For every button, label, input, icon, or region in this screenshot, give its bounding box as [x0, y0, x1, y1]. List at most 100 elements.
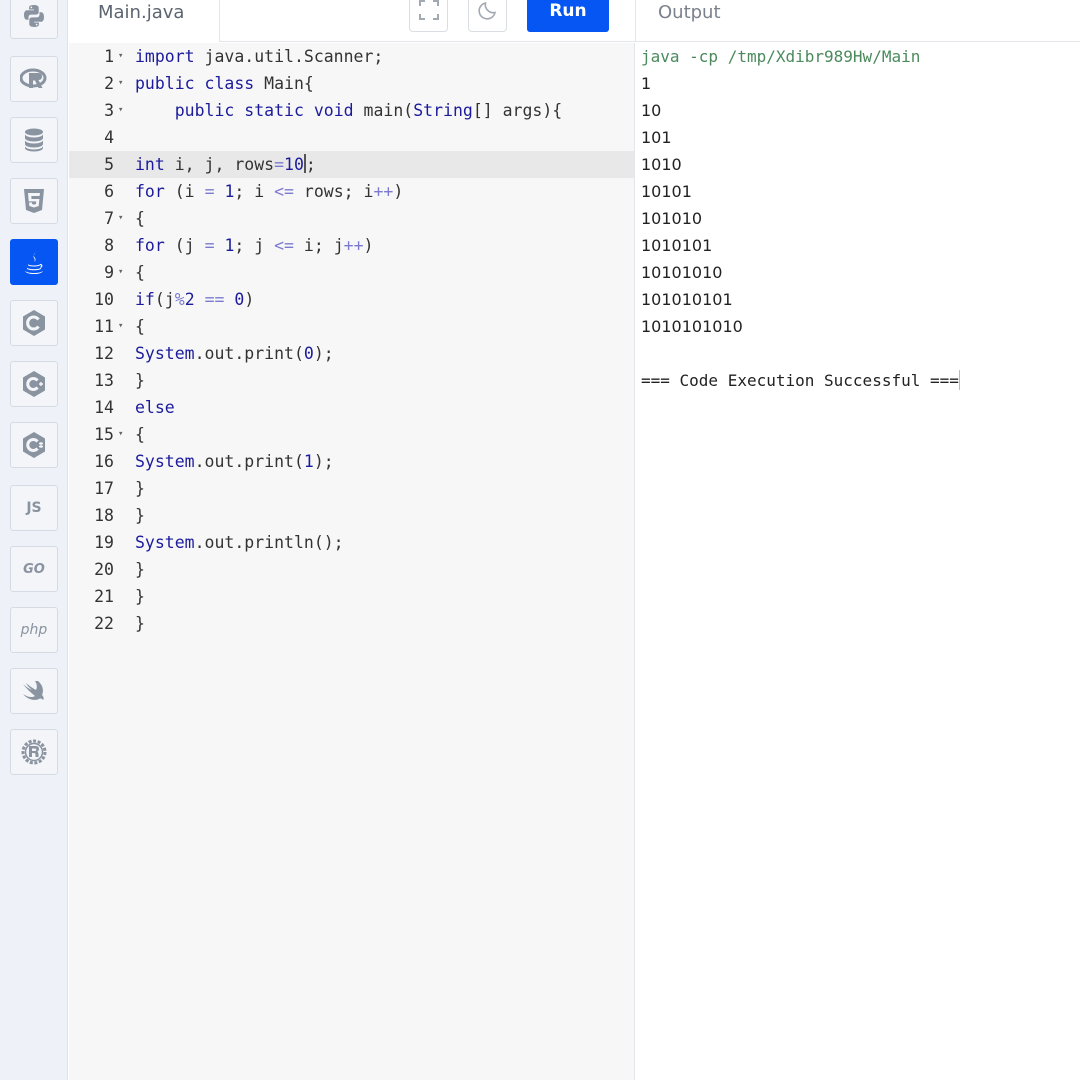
fold-arrow-icon[interactable]: ▾ [118, 70, 123, 97]
run-button[interactable]: Run [527, 0, 609, 32]
code-line[interactable]: 22} [69, 610, 634, 637]
output-line: 1010101010 [641, 317, 743, 336]
html-button[interactable] [10, 178, 58, 224]
code-token: % [174, 290, 185, 309]
code-text: System.out.print(1); [135, 448, 334, 475]
output-line: 10101010 [641, 263, 723, 282]
code-line[interactable]: 2 ▾ public class Main{ [69, 70, 634, 97]
line-number: 8 [104, 236, 114, 255]
theme-toggle-button[interactable] [468, 0, 507, 32]
c-icon [21, 309, 47, 337]
code-editor[interactable]: 1 ▾ import java.util.Scanner; 2 ▾ public clas… [69, 43, 634, 1080]
line-number: 22 [94, 614, 114, 633]
code-text: } [135, 610, 145, 637]
code-text: public class Main{ [135, 70, 314, 97]
code-token: class [204, 74, 255, 93]
code-token: int [135, 155, 165, 174]
code-token: i, j, rows [164, 155, 275, 174]
code-token: } [135, 479, 145, 498]
python-button[interactable] [10, 0, 58, 39]
fold-arrow-icon[interactable]: ▾ [118, 259, 123, 286]
rust-button[interactable] [10, 729, 58, 775]
output-line: 1010 [641, 155, 682, 174]
php-button[interactable]: php [10, 607, 58, 653]
line-number: 14 [94, 398, 114, 417]
code-line[interactable]: 9 ▾ { [69, 259, 634, 286]
code-line[interactable]: 20} [69, 556, 634, 583]
code-token: ) [363, 236, 374, 255]
output-line: 1 [641, 74, 652, 93]
line-number: 18 [94, 506, 114, 525]
fold-arrow-icon[interactable]: ▾ [118, 205, 123, 232]
code-token: = [204, 182, 215, 201]
code-token: ++ [373, 182, 394, 201]
cpp-button[interactable] [10, 361, 58, 407]
code-line[interactable]: 3 ▾ public static void main(String[] args… [69, 97, 634, 124]
r-button[interactable] [10, 56, 58, 102]
code-token: ; [305, 155, 316, 174]
code-token: System [135, 533, 195, 552]
c-button[interactable] [10, 300, 58, 346]
code-line[interactable]: 17} [69, 475, 634, 502]
code-token: } [135, 560, 145, 579]
java-icon [22, 248, 46, 276]
code-line[interactable]: 11 ▾ { [69, 313, 634, 340]
line-number: 6 [104, 182, 114, 201]
line-number: 1 [104, 47, 114, 66]
code-line[interactable]: 5 int i, j, rows=10; [69, 151, 634, 178]
code-text: { [135, 421, 145, 448]
sql-button[interactable] [10, 117, 58, 163]
code-token: = [204, 236, 215, 255]
code-text: int i, j, rows=10; [135, 151, 316, 178]
code-token: (j [164, 236, 205, 255]
fullscreen-button[interactable] [409, 0, 448, 32]
line-number: 2 [104, 74, 114, 93]
code-token: [] args){ [472, 101, 563, 120]
line-number: 19 [94, 533, 114, 552]
fold-arrow-icon[interactable]: ▾ [118, 421, 123, 448]
line-number: 21 [94, 587, 114, 606]
code-line[interactable]: 12 System.out.print(0); [69, 340, 634, 367]
code-line[interactable]: 21} [69, 583, 634, 610]
go-icon: GO [23, 561, 45, 577]
code-token: ); [313, 344, 334, 363]
code-token: public [135, 74, 195, 93]
go-button[interactable]: GO [10, 546, 58, 592]
code-text: } [135, 556, 145, 583]
top-bar: Main.java Run Output [69, 0, 1080, 42]
code-line[interactable]: 4 [69, 124, 634, 151]
code-line[interactable]: 14 else [69, 394, 634, 421]
code-token: for [135, 236, 165, 255]
code-line[interactable]: 19 System.out.println(); [69, 529, 634, 556]
swift-button[interactable] [10, 668, 58, 714]
output-title: Output [635, 0, 1080, 42]
code-line[interactable]: 10 if(j%2 == 0) [69, 286, 634, 313]
javascript-button[interactable]: JS [10, 485, 58, 531]
fold-arrow-icon[interactable]: ▾ [118, 313, 123, 340]
code-text: { [135, 205, 145, 232]
code-line[interactable]: 1 ▾ import java.util.Scanner; [69, 43, 634, 70]
language-sidebar: JS GO php [0, 0, 68, 1080]
java-button[interactable] [10, 239, 58, 285]
code-token: { [135, 317, 145, 336]
code-line[interactable]: 7 ▾ { [69, 205, 634, 232]
code-token: == [204, 290, 225, 309]
code-token: for [135, 182, 165, 201]
code-line[interactable]: 8 for (j = 1; j <= i; j++) [69, 232, 634, 259]
code-line[interactable]: 18} [69, 502, 634, 529]
code-line[interactable]: 16 System.out.print(1); [69, 448, 634, 475]
fold-arrow-icon[interactable]: ▾ [118, 43, 123, 70]
code-token: } [135, 614, 145, 633]
code-line[interactable]: 13} [69, 367, 634, 394]
code-token: java.util.Scanner; [194, 47, 384, 66]
line-number: 12 [94, 344, 114, 363]
code-line[interactable]: 15 ▾ { [69, 421, 634, 448]
code-token: } [135, 371, 145, 390]
csharp-button[interactable] [10, 422, 58, 468]
code-line[interactable]: 6 for (i = 1; i <= rows; i++) [69, 178, 634, 205]
line-number: 17 [94, 479, 114, 498]
code-token: 0 [234, 290, 245, 309]
fold-arrow-icon[interactable]: ▾ [118, 97, 123, 124]
file-tab[interactable]: Main.java [69, 0, 220, 42]
